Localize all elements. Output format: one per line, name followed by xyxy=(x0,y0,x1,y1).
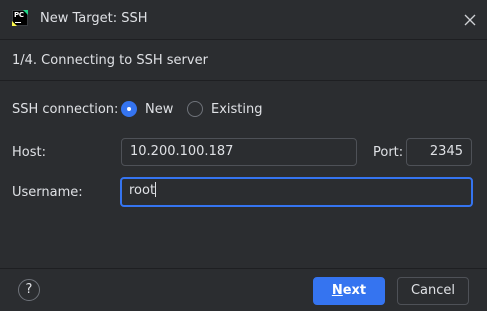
radio-new-label[interactable]: New xyxy=(145,102,173,117)
username-label: Username: xyxy=(12,185,83,200)
ssh-connection-label: SSH connection: xyxy=(12,102,119,117)
port-label: Port: xyxy=(373,145,404,160)
radio-new[interactable] xyxy=(121,101,137,117)
step-title: 1/4. Connecting to SSH server xyxy=(12,53,208,68)
host-value: 10.200.100.187 xyxy=(130,144,234,159)
close-icon[interactable] xyxy=(458,8,482,32)
port-input[interactable]: 2345 xyxy=(406,138,472,166)
next-button[interactable]: Next xyxy=(313,277,385,305)
username-input[interactable]: root xyxy=(120,177,473,207)
help-button[interactable]: ? xyxy=(18,279,40,301)
dialog-footer: ? Next Cancel xyxy=(0,268,487,311)
host-label: Host: xyxy=(12,145,46,160)
pycharm-logo-icon: PC xyxy=(12,10,28,26)
radio-existing-label[interactable]: Existing xyxy=(211,102,263,117)
window-title: New Target: SSH xyxy=(40,11,148,26)
form-panel: SSH connection: New Existing Host: 10.20… xyxy=(0,81,487,268)
radio-existing[interactable] xyxy=(187,101,203,117)
port-value: 2345 xyxy=(429,144,463,159)
close-button[interactable] xyxy=(458,8,482,32)
text-caret xyxy=(155,182,157,197)
cancel-button[interactable]: Cancel xyxy=(397,277,469,305)
host-input[interactable]: 10.200.100.187 xyxy=(121,138,357,166)
step-header: 1/4. Connecting to SSH server xyxy=(0,40,487,81)
username-value: root xyxy=(129,183,156,198)
title-bar: PC New Target: SSH xyxy=(0,0,487,40)
help-icon: ? xyxy=(25,282,33,297)
